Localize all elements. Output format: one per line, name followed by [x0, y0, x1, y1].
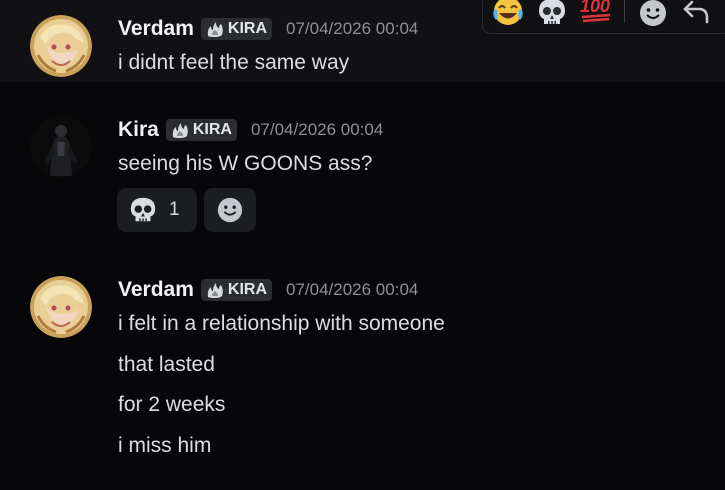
message-text: i felt in a relationship with someone	[118, 312, 445, 335]
message-hover-toolbar: 100	[482, 0, 725, 34]
message-group[interactable]: Kira KIRA 07/04/2026 00:04 seeing his W …	[0, 100, 725, 250]
username[interactable]: Kira	[118, 118, 159, 142]
avatar-image	[30, 116, 92, 178]
joy-emoji-icon[interactable]	[491, 0, 525, 31]
timestamp[interactable]: 07/04/2026 00:04	[286, 280, 418, 300]
avatar[interactable]	[30, 15, 92, 77]
reaction-skull[interactable]: 1	[117, 188, 197, 232]
server-tag-label: KIRA	[227, 20, 267, 37]
server-tag-label: KIRA	[227, 281, 267, 298]
hundred-emoji-icon[interactable]: 100	[579, 0, 613, 30]
svg-text:100: 100	[580, 0, 610, 16]
avatar[interactable]	[30, 116, 92, 178]
toolbar-divider	[624, 0, 625, 23]
message-text: seeing his W GOONS ass?	[118, 152, 373, 175]
skull-icon	[130, 197, 156, 222]
server-tag[interactable]: KIRA	[200, 18, 272, 40]
flame-hand-icon	[207, 283, 223, 298]
message-group[interactable]: Verdam KIRA 07/04/2026 00:04 i didnt fee…	[0, 0, 725, 82]
avatar[interactable]	[30, 276, 92, 338]
server-tag[interactable]: KIRA	[165, 119, 237, 141]
skull-emoji-icon[interactable]	[537, 0, 567, 32]
server-tag[interactable]: KIRA	[200, 279, 272, 301]
username[interactable]: Verdam	[118, 278, 194, 302]
message-text: i didnt feel the same way	[118, 51, 350, 74]
timestamp[interactable]: 07/04/2026 00:04	[286, 19, 418, 39]
timestamp[interactable]: 07/04/2026 00:04	[251, 120, 383, 140]
message-text: for 2 weeks	[118, 393, 226, 416]
flame-hand-icon	[172, 123, 188, 138]
reaction-count: 1	[169, 199, 180, 220]
reply-icon[interactable]	[681, 0, 711, 29]
server-tag-label: KIRA	[192, 121, 232, 138]
avatar-image	[30, 276, 92, 338]
avatar-image	[30, 15, 92, 77]
flame-hand-icon	[207, 22, 223, 37]
add-reaction-icon[interactable]	[638, 0, 668, 33]
message-text: i miss him	[118, 434, 212, 457]
add-reaction-icon	[217, 197, 243, 223]
message-group[interactable]: Verdam KIRA 07/04/2026 00:04 i felt in a…	[0, 262, 725, 490]
username[interactable]: Verdam	[118, 17, 194, 41]
message-text: that lasted	[118, 353, 215, 376]
add-reaction-button[interactable]	[204, 188, 256, 232]
